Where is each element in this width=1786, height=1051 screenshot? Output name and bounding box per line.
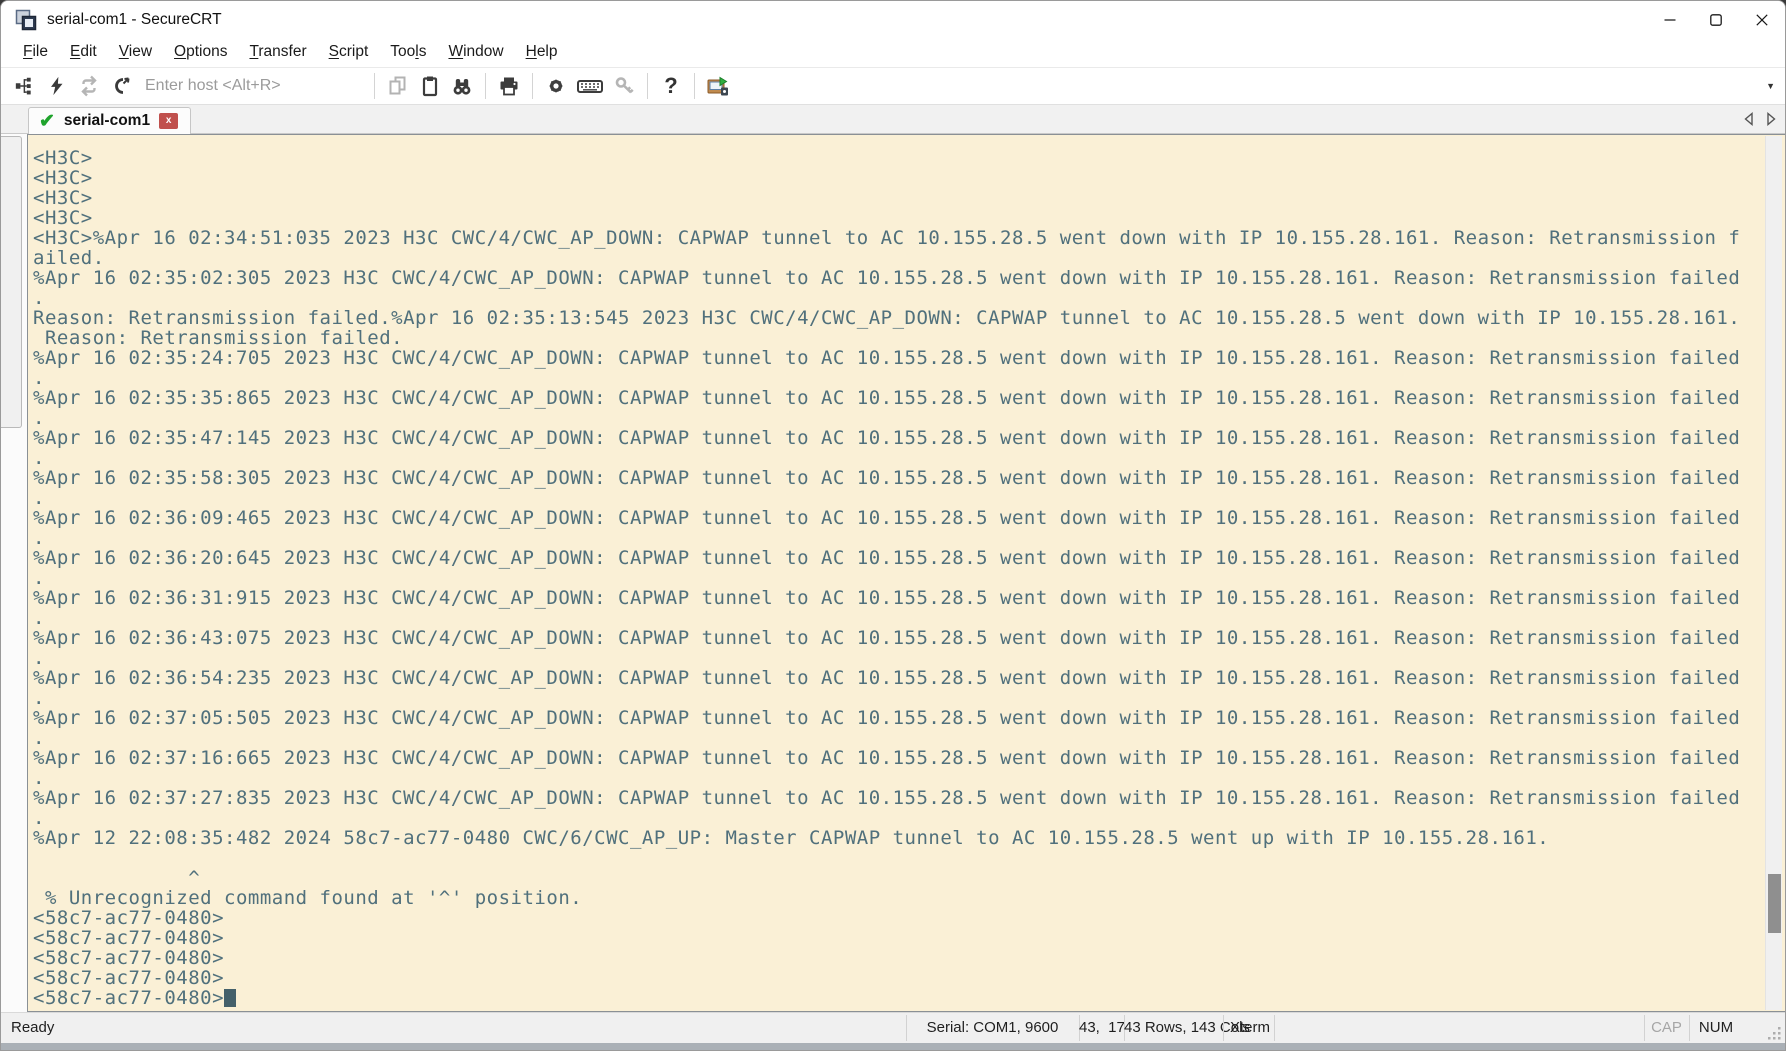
close-button[interactable] bbox=[1739, 1, 1785, 39]
toolbar-separator bbox=[694, 73, 695, 99]
status-ready: Ready bbox=[11, 1019, 55, 1036]
menu-edit[interactable]: Edit bbox=[59, 39, 108, 67]
quick-connect-icon[interactable] bbox=[41, 71, 73, 101]
help-icon[interactable]: ? bbox=[655, 71, 687, 101]
menu-tools[interactable]: Tools bbox=[379, 39, 437, 67]
terminal-cursor bbox=[224, 989, 236, 1007]
toolbar-separator bbox=[374, 73, 375, 99]
menu-help[interactable]: Help bbox=[515, 39, 569, 67]
tab-scroll-left-icon[interactable] bbox=[1743, 112, 1754, 126]
copy-icon[interactable] bbox=[382, 71, 414, 101]
terminal[interactable]: <H3C> <H3C> <H3C> <H3C> <H3C>%Apr 16 02:… bbox=[27, 134, 1785, 1012]
session-tree-icon[interactable] bbox=[9, 71, 41, 101]
session-manager-color-icon[interactable] bbox=[702, 71, 734, 101]
resize-grip[interactable] bbox=[1766, 1025, 1782, 1041]
print-icon[interactable] bbox=[493, 71, 525, 101]
menu-view[interactable]: View bbox=[108, 39, 163, 67]
toolbar-separator bbox=[647, 73, 648, 99]
window-bottom-edge bbox=[1, 1043, 1785, 1050]
minimize-button[interactable] bbox=[1647, 1, 1693, 39]
maximize-button[interactable] bbox=[1693, 1, 1739, 39]
status-bar: Ready Serial: COM1, 9600 43, 17 43 Rows,… bbox=[1, 1012, 1785, 1043]
session-options-icon[interactable] bbox=[540, 71, 572, 101]
menu-file[interactable]: File bbox=[12, 39, 59, 67]
menu-bar: File Edit View Options Transfer Script T… bbox=[1, 39, 1785, 67]
status-num-lock: NUM bbox=[1698, 1019, 1734, 1036]
paste-icon[interactable] bbox=[414, 71, 446, 101]
host-input[interactable] bbox=[143, 76, 333, 96]
tab-scroll-right-icon[interactable] bbox=[1766, 112, 1777, 126]
reconnect-icon[interactable] bbox=[73, 71, 105, 101]
toolbar-overflow-dropdown[interactable]: ▼ bbox=[1766, 81, 1775, 91]
toolbar-separator bbox=[485, 73, 486, 99]
menu-window[interactable]: Window bbox=[437, 39, 514, 67]
status-grid-size: 43 Rows, 143 Cols bbox=[1124, 1019, 1250, 1036]
title-bar: serial-com1 - SecureCRT bbox=[1, 1, 1785, 39]
status-emulation: Xterm bbox=[1230, 1019, 1271, 1036]
disconnect-icon[interactable] bbox=[105, 71, 137, 101]
keyboard-icon[interactable] bbox=[572, 71, 608, 101]
securecrt-window: serial-com1 - SecureCRT File Edit View O… bbox=[0, 0, 1786, 1051]
tab-close-icon[interactable]: x bbox=[159, 113, 179, 129]
key-icon[interactable] bbox=[608, 71, 640, 101]
session-manager-label: Session Manager bbox=[0, 147, 3, 373]
menu-options[interactable]: Options bbox=[163, 39, 238, 67]
sidebar: Session Manager bbox=[1, 134, 27, 1012]
connected-check-icon: ✔ bbox=[39, 110, 55, 132]
tab-bar: ✔ serial-com1 x bbox=[1, 105, 1785, 134]
status-cursor-position: 43, 17 bbox=[1079, 1019, 1125, 1036]
terminal-output: <H3C> <H3C> <H3C> <H3C> <H3C>%Apr 16 02:… bbox=[33, 147, 1741, 1009]
find-icon[interactable] bbox=[446, 71, 478, 101]
toolbar: ? ▼ bbox=[1, 67, 1785, 105]
scrollbar-thumb[interactable] bbox=[1768, 874, 1781, 933]
status-serial: Serial: COM1, 9600 bbox=[926, 1019, 1059, 1036]
menu-transfer[interactable]: Transfer bbox=[238, 39, 317, 67]
app-icon bbox=[14, 8, 38, 32]
menu-script[interactable]: Script bbox=[318, 39, 380, 67]
session-manager-tab[interactable]: Session Manager bbox=[1, 136, 22, 428]
tab-serial-com1[interactable]: ✔ serial-com1 x bbox=[28, 107, 192, 134]
status-caps-lock: CAP bbox=[1651, 1019, 1682, 1036]
window-title: serial-com1 - SecureCRT bbox=[47, 11, 222, 28]
toolbar-separator bbox=[532, 73, 533, 99]
tab-label: serial-com1 bbox=[63, 112, 151, 129]
terminal-scrollbar[interactable] bbox=[1765, 136, 1782, 1010]
